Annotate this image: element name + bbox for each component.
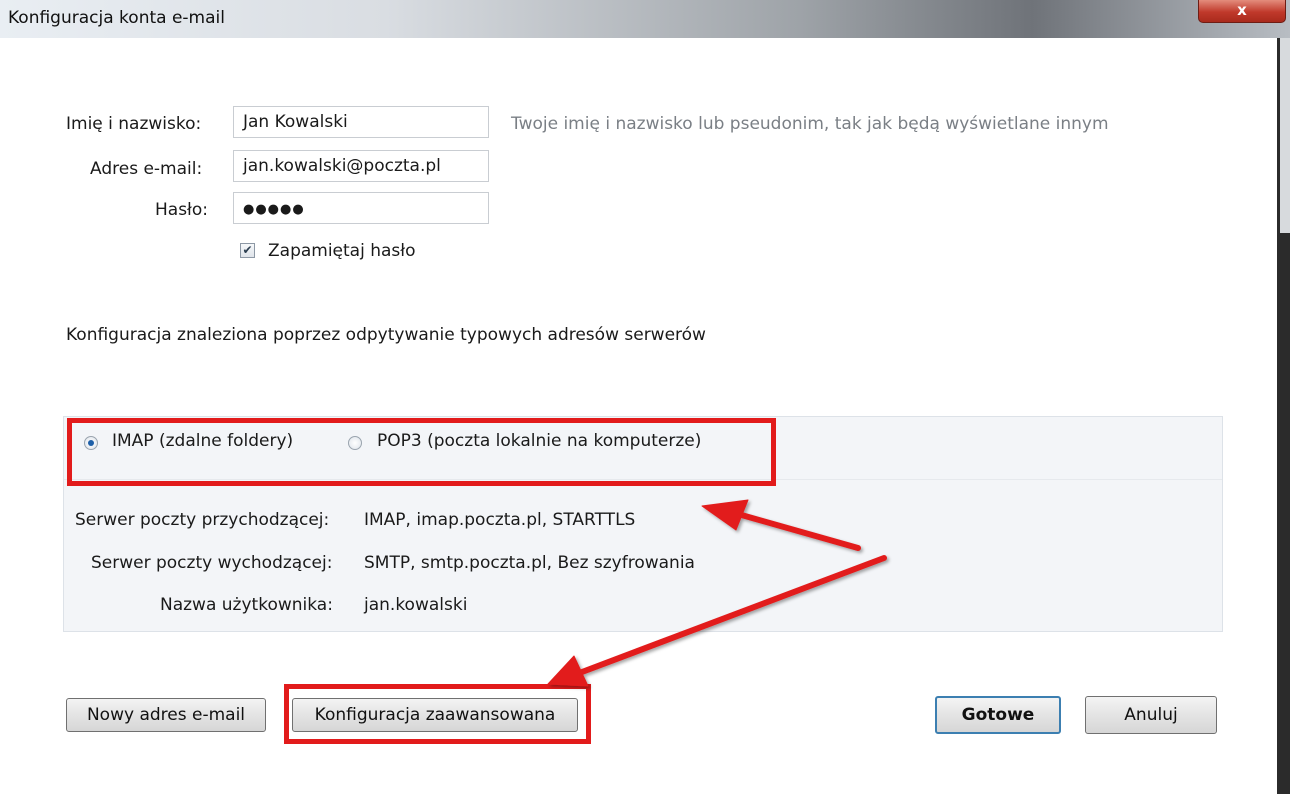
arrow-to-imap-shaft bbox=[735, 511, 861, 551]
arrow-to-imap-head bbox=[701, 499, 749, 531]
arrow-to-advanced-shaft bbox=[579, 555, 887, 675]
red-arrow-icon bbox=[547, 499, 887, 687]
